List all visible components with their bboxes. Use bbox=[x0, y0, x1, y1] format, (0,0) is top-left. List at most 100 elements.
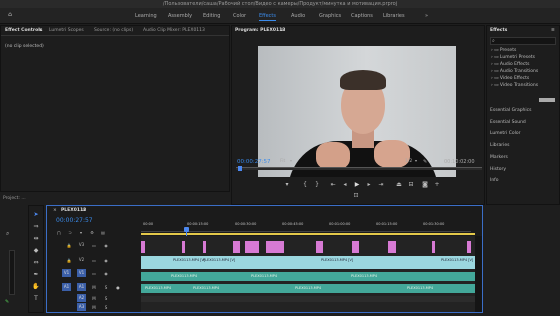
work-area-bar[interactable] bbox=[141, 233, 475, 235]
graphic-clip[interactable] bbox=[467, 241, 471, 253]
section-libraries[interactable]: Libraries bbox=[490, 143, 509, 148]
tab-audio-clip-mixer[interactable]: Audio Clip Mixer: PLEX0113 bbox=[143, 27, 205, 34]
lock-icon[interactable]: 🔒 bbox=[66, 258, 72, 264]
section-lumetri-color[interactable]: Lumetri Color bbox=[490, 131, 520, 136]
tab-effect-controls[interactable]: Effect Controls bbox=[5, 27, 42, 34]
tab-source[interactable]: Source: (no clips) bbox=[94, 27, 133, 34]
effect-controls-menu-icon[interactable]: ≡ bbox=[38, 27, 42, 34]
folder-video-transitions[interactable]: › ▭ Video Transitions bbox=[491, 83, 538, 88]
mark-out-icon[interactable]: } bbox=[313, 182, 321, 188]
graphic-clip[interactable] bbox=[203, 241, 206, 253]
mic-icon[interactable]: ● bbox=[115, 285, 121, 291]
workspace-editing[interactable]: Editing bbox=[203, 11, 220, 21]
project-search-icon[interactable]: ⌕ bbox=[6, 230, 14, 238]
mute-icon[interactable]: M bbox=[91, 285, 97, 291]
sync-lock-icon[interactable]: ▭ bbox=[91, 243, 97, 249]
quality-dropdown[interactable]: 1/2 bbox=[405, 159, 412, 164]
fit-dropdown[interactable]: Fit bbox=[280, 159, 285, 164]
hand-icon[interactable]: ✋ bbox=[32, 284, 40, 290]
workspace-audio[interactable]: Audio bbox=[291, 11, 305, 21]
lift-icon[interactable]: ⏏ bbox=[395, 182, 403, 188]
section-essential-graphics[interactable]: Essential Graphics bbox=[490, 108, 531, 113]
track-label-a1[interactable]: A1 bbox=[77, 283, 86, 291]
folder-presets[interactable]: › ▭ Presets bbox=[491, 48, 516, 53]
section-essential-sound[interactable]: Essential Sound bbox=[490, 120, 526, 125]
workspace-color[interactable]: Color bbox=[233, 11, 246, 21]
quality-chevron-down-icon[interactable]: ▾ bbox=[415, 158, 417, 163]
effects-search-input[interactable]: ⌕ bbox=[490, 37, 556, 45]
settings-icon[interactable]: + bbox=[433, 182, 441, 188]
sync-lock-icon[interactable]: ▭ bbox=[91, 258, 97, 264]
folder-audio-effects[interactable]: › ▭ Audio Effects bbox=[491, 62, 529, 67]
track-label-v1[interactable]: V1 bbox=[77, 269, 86, 277]
effects-panel-menu-icon[interactable]: ≡ bbox=[551, 27, 555, 34]
eye-icon[interactable]: ◉ bbox=[103, 258, 109, 264]
program-timecode[interactable]: 00:00:27:57 bbox=[237, 159, 271, 165]
selection-tool-icon[interactable]: ➤ bbox=[32, 212, 40, 218]
sync-lock-icon[interactable]: ▭ bbox=[91, 271, 97, 277]
play-icon[interactable]: ▶ bbox=[353, 182, 361, 188]
razor-icon[interactable]: ◆ bbox=[32, 248, 40, 254]
track-select-icon[interactable]: ⇒ bbox=[32, 224, 40, 230]
source-patch-v1[interactable]: V1 bbox=[62, 269, 71, 277]
workspace-assembly[interactable]: Assembly bbox=[168, 11, 192, 21]
export-frame-icon[interactable]: ◙ bbox=[421, 182, 429, 188]
lock-icon[interactable]: 🔒 bbox=[66, 243, 72, 249]
solo-icon[interactable]: S bbox=[103, 296, 109, 302]
home-icon[interactable]: ⌂ bbox=[6, 12, 14, 18]
go-to-in-icon[interactable]: ⇤ bbox=[329, 182, 337, 188]
timeline-timecode[interactable]: 00:00:27:57 bbox=[56, 217, 93, 224]
section-info[interactable]: Info bbox=[490, 178, 499, 183]
time-ruler[interactable]: 00:00 00:00:15:00 00:00:30:00 00:00:45:0… bbox=[141, 222, 471, 232]
graphic-clip[interactable] bbox=[233, 241, 240, 253]
go-to-out-icon[interactable]: ⇥ bbox=[377, 182, 385, 188]
timeline-vertical-scrollbar[interactable] bbox=[475, 236, 482, 312]
step-back-icon[interactable]: ◂ bbox=[341, 182, 349, 188]
program-scrub-bar[interactable] bbox=[236, 167, 482, 170]
graphic-clip[interactable] bbox=[266, 241, 284, 253]
graphic-clip[interactable] bbox=[245, 241, 259, 253]
workspace-libraries[interactable]: Libraries bbox=[383, 11, 405, 21]
graphic-clip[interactable] bbox=[316, 241, 323, 253]
workspace-effects[interactable]: Effects bbox=[259, 11, 276, 21]
pencil-icon[interactable]: ✎ bbox=[5, 299, 10, 305]
extract-icon[interactable]: ⊟ bbox=[407, 182, 415, 188]
graphic-clip[interactable] bbox=[141, 241, 145, 253]
folder-audio-transitions[interactable]: › ▭ Audio Transitions bbox=[491, 69, 538, 74]
project-title[interactable]: Project: ... bbox=[3, 195, 26, 202]
eye-icon[interactable]: ◉ bbox=[103, 243, 109, 249]
workspace-graphics[interactable]: Graphics bbox=[319, 11, 341, 21]
mute-icon[interactable]: M bbox=[91, 305, 97, 311]
section-history[interactable]: History bbox=[490, 167, 506, 172]
graphic-clip[interactable] bbox=[352, 241, 359, 253]
fit-chevron-down-icon[interactable]: ▾ bbox=[290, 158, 292, 163]
new-bin-icon[interactable] bbox=[539, 98, 555, 102]
solo-icon[interactable]: S bbox=[103, 305, 109, 311]
workspace-captions[interactable]: Captions bbox=[351, 11, 373, 21]
section-markers[interactable]: Markers bbox=[490, 155, 508, 160]
program-playhead[interactable] bbox=[238, 166, 242, 171]
slip-icon[interactable]: ⇔ bbox=[32, 260, 40, 266]
graphic-clip[interactable] bbox=[388, 241, 396, 253]
workspace-learning[interactable]: Learning bbox=[135, 11, 157, 21]
program-menu-icon[interactable]: ≡ bbox=[280, 27, 284, 34]
step-forward-icon[interactable]: ▸ bbox=[365, 182, 373, 188]
timeline-close-button[interactable]: × bbox=[53, 208, 57, 213]
track-label-a3[interactable]: A3 bbox=[77, 303, 86, 311]
mute-icon[interactable]: M bbox=[91, 296, 97, 302]
wrench-icon[interactable]: ✎ bbox=[423, 159, 429, 165]
folder-lumetri-presets[interactable]: › ▭ Lumetri Presets bbox=[491, 55, 535, 60]
track-label-v2[interactable]: V2 bbox=[77, 256, 86, 264]
marker-icon[interactable]: ▾ bbox=[283, 182, 291, 188]
track-label-v3[interactable]: V3 bbox=[77, 241, 86, 249]
workspaces-more-button[interactable]: » bbox=[425, 11, 428, 21]
pen-icon[interactable]: ✒ bbox=[32, 272, 40, 278]
tab-lumetri-scopes[interactable]: Lumetri Scopes bbox=[49, 27, 84, 34]
ripple-edit-icon[interactable]: ⇹ bbox=[32, 236, 40, 242]
timeline-menu-icon[interactable]: ≡ bbox=[82, 208, 86, 213]
type-icon[interactable]: T bbox=[32, 296, 40, 302]
graphic-clip[interactable] bbox=[182, 241, 185, 253]
comparison-view-icon[interactable]: ⊡ bbox=[352, 193, 360, 199]
track-label-a2[interactable]: A2 bbox=[77, 294, 86, 302]
eye-icon[interactable]: ◉ bbox=[103, 271, 109, 277]
